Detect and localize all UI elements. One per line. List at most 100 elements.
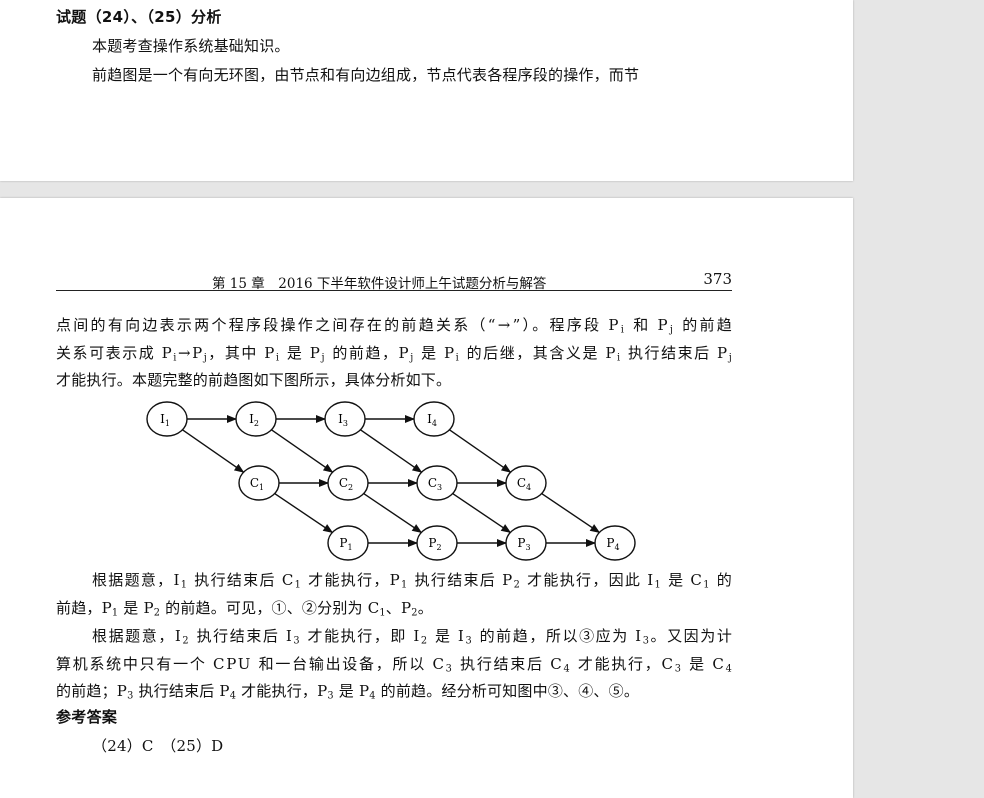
- page-number: 373: [703, 270, 732, 288]
- precedence-graph: I1 I2 I3 I4C1 C2 C3 C4P1 P2 P3 P4: [146, 401, 636, 561]
- node-C3: C3: [416, 465, 458, 501]
- text-segment: 才能执行，C: [571, 655, 675, 673]
- node-subscript: 4: [432, 419, 437, 428]
- edge-C3-P3: [452, 492, 512, 534]
- subscript: 2: [420, 635, 429, 647]
- node-I3: I3: [324, 401, 366, 437]
- text-segment: 。又因为计: [650, 627, 734, 645]
- node-subscript: 2: [348, 483, 353, 492]
- text-segment: 根据题意，I: [92, 627, 183, 645]
- edge-C1-P1: [274, 492, 334, 534]
- node-P1: P1: [327, 525, 369, 561]
- text-segment: 、P: [385, 599, 412, 617]
- node-I1: I1: [146, 401, 188, 437]
- text-segment: 点间的有向边表示两个程序段操作之间存在的前趋关系（“→”）。程序段 P: [56, 316, 621, 334]
- edge-I2-C2: [271, 429, 334, 473]
- node-C4: C4: [505, 465, 547, 501]
- node-P2: P2: [416, 525, 458, 561]
- text-segment: 的前趋，所以③应为 I: [473, 627, 643, 645]
- edge-I1-C1: [182, 429, 245, 473]
- node-subscript: 4: [526, 483, 531, 492]
- node-subscript: 1: [165, 419, 170, 428]
- subscript: 1: [654, 579, 662, 591]
- text-segment: 。: [417, 599, 433, 617]
- text-segment: 关系可表示成 P: [56, 344, 174, 362]
- text-segment: 执行结束后 C: [453, 655, 564, 673]
- node-P4: P4: [594, 525, 636, 561]
- text-segment: 是 C: [682, 655, 726, 673]
- subscript: j: [728, 352, 734, 364]
- text-segment: 根据题意，I: [92, 571, 181, 589]
- subscript: 4: [725, 663, 734, 675]
- text-run: 算机系统中只有一个 CPU 和一台输出设备，所以 C3 执行结束后 C4 才能执…: [56, 655, 734, 675]
- text-run: 关系可表示成 Pi→Pj，其中 Pi 是 Pj 的前趋，Pj 是 Pi 的后继，…: [56, 344, 734, 364]
- node-letter: P: [517, 536, 525, 550]
- chapter-title: 第 15 章 2016 下半年软件设计师上午试题分析与解答: [212, 276, 547, 292]
- paragraph-line: 算机系统中只有一个 CPU 和一台输出设备，所以 C3 执行结束后 C4 才能执…: [56, 653, 732, 674]
- text-segment: 执行结束后 P: [408, 571, 514, 589]
- subscript: 1: [401, 579, 409, 591]
- text-segment: 执行结束后 C: [188, 571, 295, 589]
- document-page-top: 试题（24）、（25）分析 本题考查操作系统基础知识。 前趋图是一个有向无环图，…: [0, 0, 853, 181]
- text-segment: 才能执行，P: [236, 682, 328, 700]
- running-header: 第 15 章 2016 下半年软件设计师上午试题分析与解答 373: [56, 270, 732, 292]
- edge-I3-C3: [360, 429, 423, 473]
- paragraph-line: 点间的有向边表示两个程序段操作之间存在的前趋关系（“→”）。程序段 Pi 和 P…: [56, 314, 732, 335]
- text-segment: 执行结束后 I: [190, 627, 294, 645]
- text-segment: 是 P: [118, 599, 154, 617]
- node-subscript: 1: [347, 543, 352, 552]
- edge-C2-P2: [363, 492, 423, 534]
- text-segment: 才能执行，P: [302, 571, 402, 589]
- text-segment: 的后继，其含义是 P: [460, 344, 617, 362]
- answer-heading: 参考答案: [56, 708, 118, 726]
- text-segment: 和 P: [626, 316, 670, 334]
- paragraph-line: 根据题意，I2 执行结束后 I3 才能执行，即 I2 是 I3 的前趋，所以③应…: [92, 625, 732, 646]
- edge-C4-P4: [541, 492, 601, 534]
- text-segment: 才能执行，因此 I: [521, 571, 655, 589]
- text-run: 前趋，P1 是 P2 的前趋。可见，①、②分别为 C1、P2。: [56, 599, 433, 618]
- paragraph-line: 根据题意，I1 执行结束后 C1 才能执行，P1 执行结束后 P2 才能执行，因…: [92, 569, 732, 590]
- node-subscript: 3: [437, 483, 442, 492]
- text-segment: 的前趋；P: [56, 682, 128, 700]
- node-letter: C: [250, 476, 259, 490]
- node-I2: I2: [235, 401, 277, 437]
- paragraph-line: 的前趋；P3 执行结束后 P4 才能执行，P3 是 P4 的前趋。经分析可知图中…: [56, 680, 639, 701]
- node-letter: C: [339, 476, 348, 490]
- paragraph-line: 才能执行。本题完整的前趋图如下图所示，具体分析如下。: [56, 371, 452, 389]
- text-segment: 的前趋: [675, 316, 735, 334]
- answer-text: （24）C （25）D: [92, 737, 224, 755]
- node-C1: C1: [238, 465, 280, 501]
- text-segment: 是 P: [414, 344, 456, 362]
- text-segment: 是 P: [333, 682, 370, 700]
- paragraph-line: 前趋，P1 是 P2 的前趋。可见，①、②分别为 C1、P2。: [56, 597, 433, 618]
- node-letter: C: [517, 476, 526, 490]
- subscript: 2: [513, 579, 522, 591]
- text-segment: 是 C: [662, 571, 704, 589]
- node-letter: P: [606, 536, 614, 550]
- document-page-bottom: 第 15 章 2016 下半年软件设计师上午试题分析与解答 373 点间的有向边…: [0, 198, 853, 798]
- section-heading: 试题（24）、（25）分析: [56, 8, 222, 26]
- text-run: 点间的有向边表示两个程序段操作之间存在的前趋关系（“→”）。程序段 Pi 和 P…: [56, 316, 735, 335]
- node-subscript: 3: [343, 419, 348, 428]
- text-segment: 的前趋。经分析可知图中③、④、⑤。: [375, 682, 640, 700]
- subscript: 3: [445, 663, 454, 675]
- subscript: 3: [674, 663, 683, 675]
- edge-I4-C4: [449, 429, 512, 473]
- text-segment: 是 P: [280, 344, 322, 362]
- paragraph-line: 前趋图是一个有向无环图，由节点和有向边组成，节点代表各程序段的操作，而节: [92, 66, 640, 84]
- node-subscript: 1: [259, 483, 264, 492]
- node-I4: I4: [413, 401, 455, 437]
- text-segment: 执行结束后 P: [621, 344, 729, 362]
- text-segment: →P: [177, 344, 204, 362]
- text-segment: 的前趋。可见，①、②分别为 C: [160, 599, 380, 617]
- subscript: 1: [294, 579, 303, 591]
- node-letter: P: [339, 536, 347, 550]
- text-segment: 算机系统中只有一个 CPU 和一台输出设备，所以 C: [56, 655, 446, 673]
- text-run: 根据题意，I1 执行结束后 C1 才能执行，P1 执行结束后 P2 才能执行，因…: [92, 571, 733, 591]
- text-segment: 前趋，P: [56, 599, 112, 617]
- text-segment: 执行结束后 P: [133, 682, 230, 700]
- paragraph-line: 本题考查操作系统基础知识。: [92, 37, 290, 55]
- node-subscript: 2: [254, 419, 259, 428]
- node-C2: C2: [327, 465, 369, 501]
- paragraph-line: 关系可表示成 Pi→Pj，其中 Pi 是 Pj 的前趋，Pj 是 Pi 的后继，…: [56, 342, 732, 363]
